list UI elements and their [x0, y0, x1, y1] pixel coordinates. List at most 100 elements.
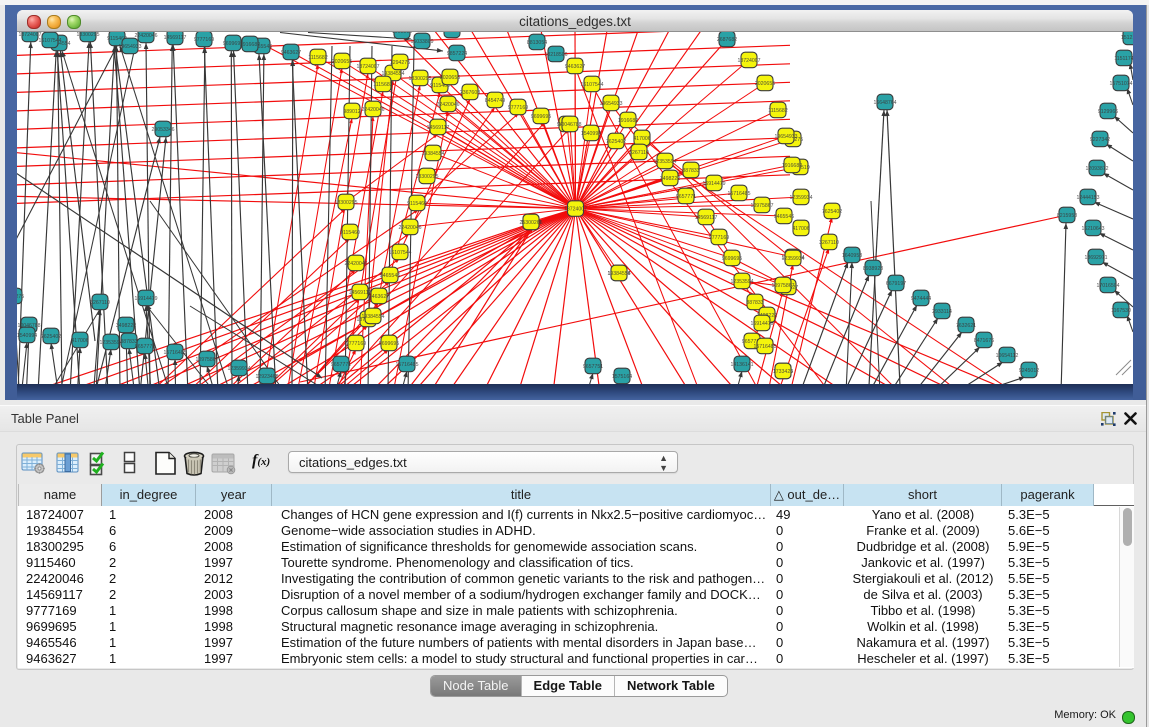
- svg-text:8454749: 8454749: [485, 98, 505, 104]
- svg-text:1167530: 1167530: [1111, 308, 1131, 314]
- svg-text:1575164: 1575164: [612, 374, 632, 380]
- svg-text:16107544: 16107544: [38, 38, 61, 44]
- svg-text:9463627: 9463627: [281, 50, 301, 56]
- svg-text:18300295: 18300295: [408, 76, 431, 82]
- svg-text:887833: 887833: [682, 168, 699, 174]
- svg-text:1540994: 1540994: [17, 333, 37, 339]
- svg-text:17016504: 17016504: [1096, 283, 1119, 289]
- svg-text:2933114: 2933114: [932, 309, 952, 315]
- svg-text:22420046: 22420046: [134, 33, 157, 39]
- svg-text:1916682: 1916682: [618, 118, 638, 124]
- svg-text:16033809: 16033809: [410, 39, 433, 45]
- svg-text:9465546: 9465546: [380, 273, 400, 279]
- svg-text:12359934: 12359934: [789, 195, 812, 201]
- svg-text:1115682: 1115682: [373, 82, 393, 88]
- svg-text:22420046: 22420046: [361, 107, 384, 113]
- svg-text:14569117: 14569117: [427, 125, 450, 131]
- svg-text:10046788: 10046788: [558, 122, 581, 128]
- svg-text:1512174: 1512174: [1121, 35, 1133, 41]
- svg-text:9129966: 9129966: [1098, 109, 1118, 115]
- svg-text:1115682: 1115682: [768, 108, 788, 114]
- svg-text:14569117: 14569117: [695, 215, 718, 221]
- svg-text:19384554: 19384554: [607, 271, 630, 277]
- svg-text:15716485: 15716485: [753, 344, 776, 350]
- svg-text:7625402: 7625402: [606, 139, 626, 145]
- svg-text:3267110: 3267110: [629, 150, 649, 156]
- svg-text:1115682: 1115682: [308, 55, 328, 61]
- svg-text:9657771: 9657771: [331, 362, 351, 368]
- svg-text:16914479: 16914479: [702, 181, 725, 187]
- svg-text:12353594: 12353594: [730, 279, 753, 285]
- svg-text:9657751: 9657751: [583, 364, 603, 370]
- svg-text:887833: 887833: [746, 300, 763, 306]
- svg-text:417006: 417006: [633, 136, 650, 142]
- svg-text:9474444: 9474444: [911, 296, 931, 302]
- svg-text:1733426: 1733426: [773, 369, 793, 375]
- svg-text:19654933: 19654933: [118, 44, 141, 50]
- svg-text:18724007: 18724007: [356, 64, 379, 70]
- svg-text:2367608: 2367608: [460, 90, 480, 96]
- svg-text:1916682: 1916682: [240, 42, 260, 48]
- svg-text:1294275: 1294275: [390, 60, 410, 66]
- svg-text:6679197: 6679197: [886, 281, 906, 287]
- svg-text:16914479: 16914479: [134, 296, 157, 302]
- svg-text:417006: 417006: [792, 226, 809, 232]
- svg-text:15716485: 15716485: [727, 191, 750, 197]
- svg-text:2020655: 2020655: [755, 81, 775, 87]
- svg-text:9857224: 9857224: [447, 51, 467, 57]
- svg-text:12093872: 12093872: [1085, 166, 1108, 172]
- svg-text:9463627: 9463627: [369, 294, 389, 300]
- svg-text:1294275: 1294275: [17, 294, 24, 300]
- svg-text:18724007: 18724007: [564, 206, 587, 212]
- svg-text:10975867: 10975867: [195, 357, 218, 363]
- svg-text:14136141: 14136141: [730, 362, 753, 368]
- svg-text:15716485: 15716485: [395, 362, 418, 368]
- svg-text:19654933: 19654933: [599, 101, 622, 107]
- svg-text:12353594: 12353594: [653, 159, 676, 165]
- svg-text:22420046: 22420046: [398, 225, 421, 231]
- svg-text:16107544: 16107544: [388, 250, 411, 256]
- svg-text:8471676: 8471676: [974, 338, 994, 344]
- svg-text:1540994: 1540994: [581, 131, 601, 137]
- svg-text:18724007: 18724007: [737, 58, 760, 64]
- svg-text:989012: 989012: [343, 109, 360, 115]
- svg-text:1651174: 1651174: [442, 32, 462, 34]
- svg-text:417006: 417006: [71, 338, 88, 344]
- svg-text:18300295: 18300295: [76, 32, 99, 38]
- svg-text:9657771: 9657771: [676, 194, 696, 200]
- svg-text:16648764: 16648764: [873, 100, 896, 106]
- svg-text:12923468: 12923468: [255, 374, 278, 380]
- svg-text:25300265: 25300265: [519, 220, 542, 226]
- svg-text:7625402: 7625402: [822, 209, 842, 215]
- svg-text:22420046: 22420046: [344, 261, 367, 267]
- svg-text:9699695: 9699695: [531, 114, 551, 120]
- svg-text:13692971: 13692971: [1084, 255, 1107, 261]
- svg-text:1916682: 1916682: [782, 163, 802, 169]
- svg-text:3267110: 3267110: [819, 240, 839, 246]
- svg-text:8215958: 8215958: [1057, 213, 1077, 219]
- svg-text:9227342: 9227342: [1090, 137, 1110, 143]
- svg-text:13218506: 13218506: [544, 52, 567, 58]
- svg-text:9657771: 9657771: [135, 344, 155, 350]
- svg-text:29053346: 29053346: [151, 127, 174, 133]
- svg-text:9115460: 9115460: [407, 201, 427, 207]
- svg-text:18300295: 18300295: [334, 200, 357, 206]
- svg-text:3498222: 3498222: [660, 176, 680, 182]
- svg-text:1151174: 1151174: [1114, 56, 1133, 62]
- svg-text:3498222: 3498222: [116, 323, 136, 329]
- svg-text:12359934: 12359934: [781, 256, 804, 262]
- svg-text:19384554: 19384554: [361, 314, 384, 320]
- svg-text:12359934: 12359934: [227, 366, 250, 372]
- svg-text:2687682: 2687682: [717, 37, 737, 43]
- svg-text:9245012: 9245012: [1019, 368, 1039, 374]
- svg-text:9699695: 9699695: [722, 256, 742, 262]
- svg-text:7625402: 7625402: [41, 334, 61, 340]
- svg-text:8813054: 8813054: [527, 40, 547, 46]
- svg-text:3267110: 3267110: [90, 300, 110, 306]
- svg-text:14569117: 14569117: [164, 35, 187, 41]
- svg-text:16210643: 16210643: [1081, 226, 1104, 232]
- svg-text:9463627: 9463627: [565, 64, 585, 70]
- svg-text:15716485: 15716485: [163, 350, 186, 356]
- svg-text:22420046: 22420046: [436, 102, 459, 108]
- svg-text:7632621: 7632621: [956, 323, 976, 329]
